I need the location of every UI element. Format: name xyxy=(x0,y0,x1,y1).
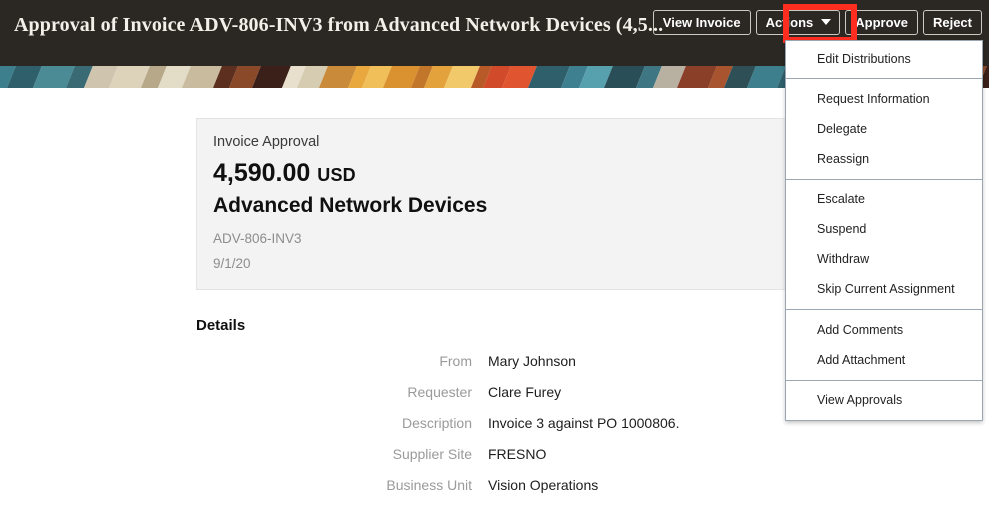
header-action-buttons: View Invoice Actions Approve Reject xyxy=(652,10,982,35)
details-heading: Details xyxy=(196,317,246,334)
menu-item-add-comments[interactable]: Add Comments xyxy=(786,315,982,345)
detail-label: Requester xyxy=(407,384,472,400)
card-amount-line: 4,590.00 USD xyxy=(213,158,791,191)
detail-value: FRESNO xyxy=(488,446,547,462)
detail-label: Supplier Site xyxy=(392,446,472,462)
detail-row: From Mary Johnson xyxy=(196,346,836,377)
card-currency: USD xyxy=(317,165,356,185)
card-date: 9/1/20 xyxy=(213,256,251,271)
detail-value: Mary Johnson xyxy=(488,353,576,369)
detail-label: From xyxy=(439,353,472,369)
view-invoice-button[interactable]: View Invoice xyxy=(652,10,751,35)
approve-button[interactable]: Approve xyxy=(845,10,918,35)
actions-button[interactable]: Actions xyxy=(755,10,841,35)
page-title: Approval of Invoice ADV-806-INV3 from Ad… xyxy=(14,14,664,36)
detail-row: Supplier Site FRESNO xyxy=(196,439,836,470)
menu-group: View Approvals xyxy=(786,380,982,420)
card-amount-value: 4,590.00 xyxy=(213,159,311,187)
menu-item-request-information[interactable]: Request Information xyxy=(786,84,982,114)
card-kicker: Invoice Approval xyxy=(213,134,320,150)
detail-value: Clare Furey xyxy=(488,384,562,400)
detail-label: Description xyxy=(401,415,472,431)
detail-value: Invoice 3 against PO 1000806. xyxy=(488,415,680,431)
menu-group: Add Comments Add Attachment xyxy=(786,309,982,380)
menu-item-withdraw[interactable]: Withdraw xyxy=(786,244,982,274)
menu-group: Escalate Suspend Withdraw Skip Current Assi… xyxy=(786,179,982,309)
menu-group: Edit Distributions xyxy=(786,41,982,78)
reject-button[interactable]: Reject xyxy=(922,10,982,35)
detail-row: Description Invoice 3 against PO 1000806. xyxy=(196,408,836,439)
approve-button-label: Approve xyxy=(855,14,908,30)
actions-dropdown-menu[interactable]: Edit Distributions Request Information Del… xyxy=(785,40,983,421)
menu-item-add-attachment[interactable]: Add Attachment xyxy=(786,345,982,375)
detail-label: Business Unit xyxy=(386,477,472,493)
reject-button-label: Reject xyxy=(932,14,972,30)
card-meta: ADV-806-INV3 9/1/20 xyxy=(213,228,791,275)
menu-group: Request Information Delegate Reassign xyxy=(786,78,982,179)
menu-item-reassign[interactable]: Reassign xyxy=(786,144,982,174)
actions-button-label: Actions xyxy=(765,14,814,30)
details-table: From Mary Johnson Requester Clare Furey Desc… xyxy=(196,346,836,501)
invoice-summary-card: Invoice Approval 4,590.00 USD Advanced N… xyxy=(196,118,808,290)
chevron-down-icon xyxy=(821,19,832,25)
detail-value: Vision Operations xyxy=(488,477,599,493)
detail-row: Business Unit Vision Operations xyxy=(196,470,836,501)
approval-page: Invoice Approval 4,590.00 USD Advanced N… xyxy=(0,0,989,524)
menu-item-edit-distributions[interactable]: Edit Distributions xyxy=(786,44,982,74)
menu-item-view-approvals[interactable]: View Approvals xyxy=(786,385,982,415)
card-invoice-number: ADV-806-INV3 xyxy=(213,231,302,246)
menu-item-delegate[interactable]: Delegate xyxy=(786,114,982,144)
card-supplier-name: Advanced Network Devices xyxy=(213,194,488,217)
menu-item-escalate[interactable]: Escalate xyxy=(786,184,982,214)
view-invoice-button-label: View Invoice xyxy=(662,14,741,30)
menu-item-skip-current-assignment[interactable]: Skip Current Assignment xyxy=(786,274,982,304)
detail-row: Requester Clare Furey xyxy=(196,377,836,408)
menu-item-suspend[interactable]: Suspend xyxy=(786,214,982,244)
